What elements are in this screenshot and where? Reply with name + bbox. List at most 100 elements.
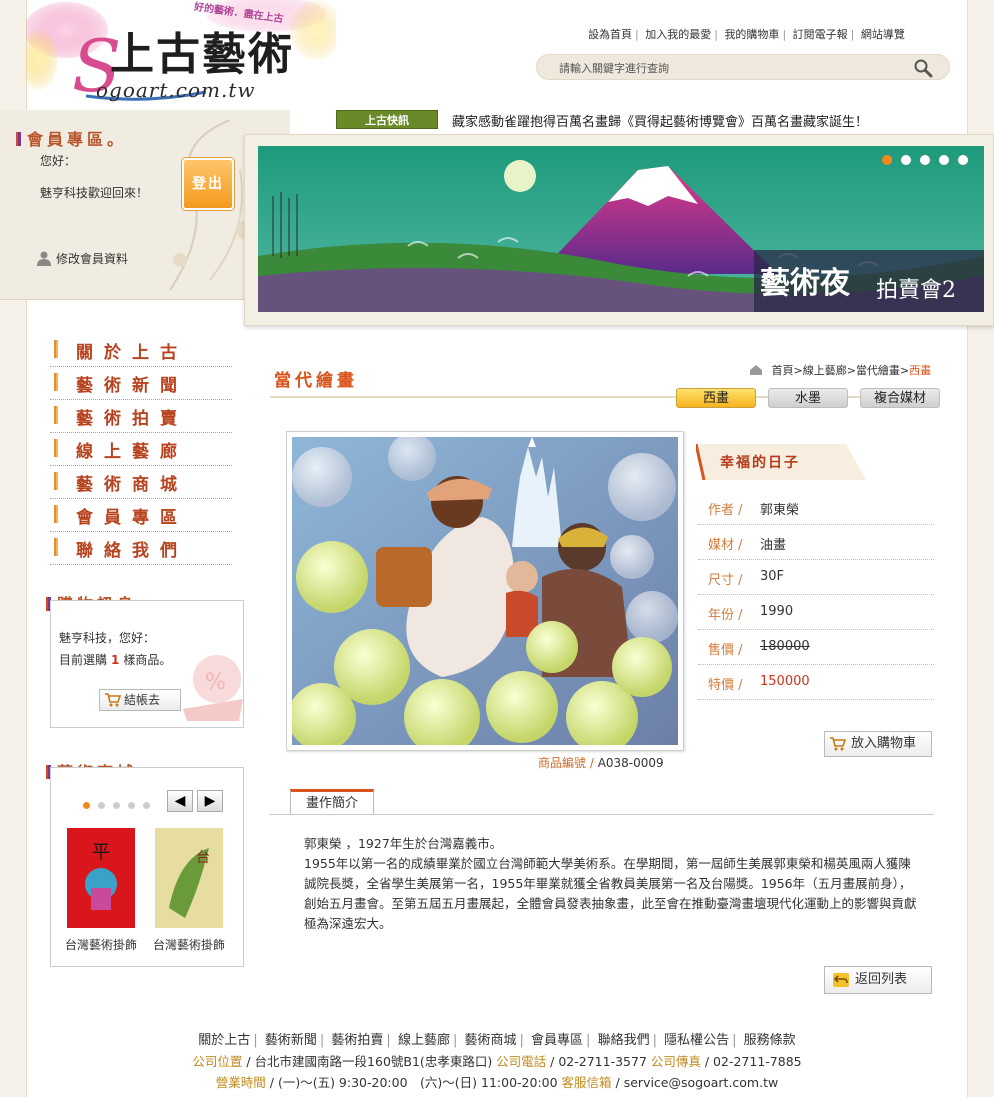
- footer-links: 關於上古 | 藝術新聞 | 藝術拍賣 | 線上藝廊 | 藝術商城 | 會員專區 | 聯絡我們…: [198, 1033, 796, 1048]
- cart-count-line: 目前選購 1 樣商品。: [59, 653, 172, 667]
- artwork-number: 商品編號 / A038-0009: [538, 756, 664, 770]
- checkout-button[interactable]: 結帳去: [99, 689, 181, 711]
- mall-product[interactable]: 台 台灣藝術掛飾: [153, 828, 225, 953]
- spec-price: 售價 /180000: [698, 630, 934, 665]
- spec-year: 年份 /1990: [698, 595, 934, 630]
- logo-chinese: 上古藝術: [110, 29, 294, 80]
- nav-item-contact[interactable]: 聯絡我們: [50, 532, 232, 565]
- nav-item-label: 關於上古: [76, 343, 188, 363]
- footer-link-terms[interactable]: 服務條款: [744, 1033, 796, 1048]
- news-tag: 上古快訊: [336, 110, 438, 129]
- tab-western-painting[interactable]: 西畫: [676, 388, 756, 408]
- footer-link-contact[interactable]: 聯絡我們: [598, 1033, 650, 1048]
- artwork-description: 郭東榮 ，1927年生於台灣嘉義市。 1955年以第一名的成績畢業於國立台灣師範…: [304, 834, 920, 934]
- banner-pagination: [882, 154, 977, 168]
- search-input[interactable]: [559, 59, 899, 77]
- description-paragraph: 郭東榮 ，1927年生於台灣嘉義市。: [304, 836, 503, 851]
- search-icon[interactable]: [913, 58, 933, 78]
- member-section-title: 會員專區。: [16, 126, 127, 150]
- banner-dot[interactable]: [882, 155, 892, 165]
- product-thumbnail: 台: [155, 828, 223, 928]
- search-bar: [536, 54, 950, 80]
- spec-medium: 媒材 / 油畫: [698, 525, 934, 560]
- breadcrumb-gallery[interactable]: 線上藝廊: [803, 364, 847, 377]
- site-logo[interactable]: S 好的藝術．盡在上古 上古藝術 ogoart.com.tw: [26, 0, 336, 110]
- member-welcome: 魅亨科技歡迎回來！: [40, 186, 149, 200]
- mall-product[interactable]: 平 台灣藝術掛飾: [65, 828, 137, 953]
- news-ticker: 上古快訊 藏家感動雀躍抱得百萬名畫歸《買得起藝術博覽會》百萬名畫藏家誕生！: [336, 110, 976, 130]
- tab-intro[interactable]: 畫作簡介: [290, 789, 374, 815]
- top-link-sitemap[interactable]: 網站導覽: [861, 28, 905, 41]
- mall-pagination: [83, 798, 158, 812]
- category-title: 當代繪畫: [274, 371, 358, 391]
- top-link-favorite[interactable]: 加入我的最愛: [645, 28, 711, 41]
- banner-caption-main: 藝術夜: [760, 266, 850, 301]
- nav-item-about[interactable]: 關於上古: [50, 334, 232, 367]
- logout-button[interactable]: 登出: [181, 157, 235, 211]
- back-to-list-button[interactable]: 返回列表: [824, 966, 932, 994]
- banner-caption-sub: 拍賣會2: [876, 278, 956, 303]
- footer-email[interactable]: / service@sogoart.com.tw: [612, 1075, 779, 1090]
- spec-special-price: 特價 /150000: [698, 665, 934, 700]
- footer-link-mall[interactable]: 藝術商城: [464, 1033, 516, 1048]
- footer-link-member[interactable]: 會員專區: [531, 1033, 583, 1048]
- discount-watermark-icon: %: [183, 655, 243, 721]
- checkout-label: 結帳去: [124, 693, 161, 707]
- nav-item-auction[interactable]: 藝術拍賣: [50, 400, 232, 433]
- product-thumbnail: 平: [67, 828, 135, 928]
- back-label: 返回列表: [855, 972, 908, 987]
- artwork-image: [292, 437, 678, 745]
- artwork-frame[interactable]: [286, 431, 684, 751]
- top-link-homepage[interactable]: 設為首頁: [588, 28, 632, 41]
- breadcrumb-current: 西畫: [909, 364, 932, 377]
- breadcrumb-category[interactable]: 當代繪畫: [856, 364, 900, 377]
- footer-link-gallery[interactable]: 線上藝廊: [398, 1033, 450, 1048]
- nav-item-news[interactable]: 藝術新聞: [50, 367, 232, 400]
- intro-divider: [270, 814, 934, 815]
- nav-item-mall[interactable]: 藝術商城: [50, 466, 232, 499]
- news-headline[interactable]: 藏家感動雀躍抱得百萬名畫歸《買得起藝術博覽會》百萬名畫藏家誕生！: [452, 111, 868, 130]
- nav-item-label: 藝術商城: [76, 475, 188, 495]
- top-link-cart[interactable]: 我的購物車: [724, 28, 779, 41]
- left-navigation: 關於上古 藝術新聞 藝術拍賣 線上藝廊 藝術商城 會員專區 聯絡我們: [50, 334, 232, 565]
- cart-count: 1: [111, 653, 120, 667]
- nav-item-label: 藝術拍賣: [76, 409, 188, 429]
- product-name: 台灣藝術掛飾: [65, 938, 138, 952]
- nav-item-label: 聯絡我們: [76, 541, 188, 561]
- tab-ink-painting[interactable]: 水墨: [768, 388, 848, 408]
- logo-domain: ogoart.com.tw: [96, 78, 256, 102]
- mall-panel: ◀ ▶ 平 台灣藝術掛飾 台 台灣藝術掛飾: [50, 767, 244, 967]
- mall-dot[interactable]: [83, 802, 90, 809]
- tab-mixed-media[interactable]: 複合媒材: [860, 388, 940, 408]
- nav-item-label: 線上藝廊: [76, 442, 188, 462]
- breadcrumb-home[interactable]: 首頁: [772, 364, 794, 377]
- mall-dot[interactable]: [143, 802, 150, 809]
- footer-link-auction[interactable]: 藝術拍賣: [331, 1033, 383, 1048]
- mall-prev-button[interactable]: ◀: [167, 790, 193, 812]
- banner-dot[interactable]: [939, 155, 949, 165]
- product-name: 台灣藝術掛飾: [153, 938, 226, 952]
- add-to-cart-button[interactable]: 放入購物車: [824, 731, 932, 757]
- footer-link-privacy[interactable]: 隱私權公告: [664, 1033, 729, 1048]
- mall-dot[interactable]: [128, 802, 135, 809]
- edit-member-link[interactable]: 修改會員資料: [36, 250, 128, 267]
- spec-size: 尺寸 /30F: [698, 560, 934, 595]
- nav-item-gallery[interactable]: 線上藝廊: [50, 433, 232, 466]
- top-link-newsletter[interactable]: 訂閱電子報: [793, 28, 848, 41]
- banner-dot[interactable]: [920, 155, 930, 165]
- mall-dot[interactable]: [113, 802, 120, 809]
- banner-dot[interactable]: [901, 155, 911, 165]
- mall-next-button[interactable]: ▶: [197, 790, 223, 812]
- cart-greeting: 魅亨科技，您好：: [59, 631, 156, 645]
- nav-item-label: 會員專區: [76, 508, 188, 528]
- nav-item-member[interactable]: 會員專區: [50, 499, 232, 532]
- breadcrumb: 首頁>線上藝廊>當代繪畫>西畫: [750, 362, 931, 378]
- svg-text:%: %: [205, 670, 226, 695]
- add-to-cart-label: 放入購物車: [851, 736, 917, 751]
- banner-dot[interactable]: [958, 155, 968, 165]
- svg-text:平: 平: [92, 842, 110, 863]
- mall-dot[interactable]: [98, 802, 105, 809]
- footer-link-about[interactable]: 關於上古: [198, 1033, 250, 1048]
- footer-link-news[interactable]: 藝術新聞: [265, 1033, 317, 1048]
- nav-item-label: 藝術新聞: [76, 376, 188, 396]
